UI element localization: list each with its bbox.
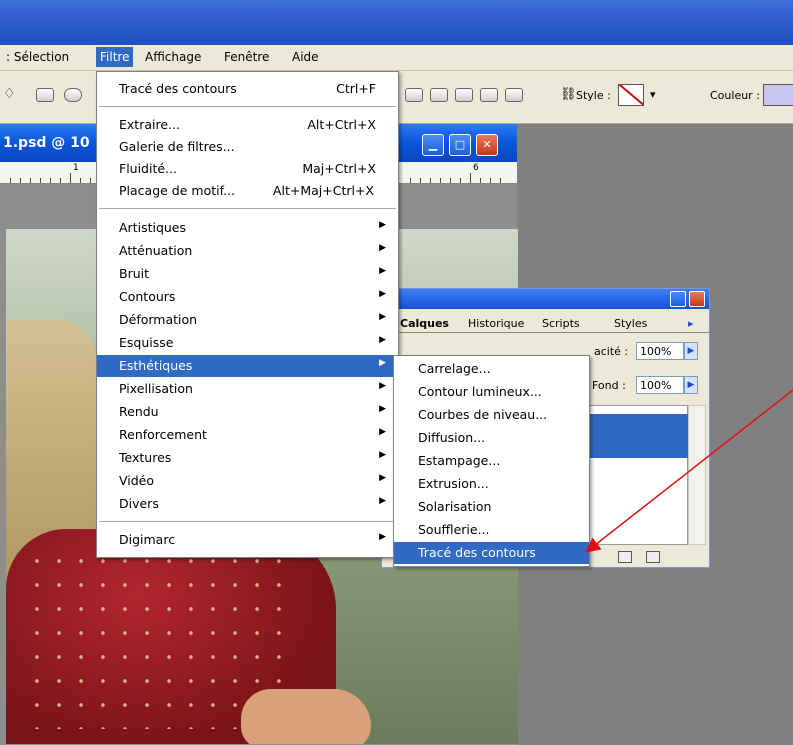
trash-icon[interactable]: [646, 551, 660, 563]
shape-intersect-icon[interactable]: [455, 88, 473, 102]
fill-label: Fond :: [592, 379, 626, 392]
opacity-field[interactable]: 100%: [636, 342, 684, 360]
menu-item-placage[interactable]: Placage de motif... Alt+Maj+Ctrl+X: [97, 180, 398, 202]
panel-menu-arrow-icon[interactable]: ▸: [688, 317, 694, 330]
submenu-arrow-icon: ▶: [379, 266, 386, 276]
panel-title-bar[interactable]: [382, 289, 709, 309]
submenu-item-extrusion[interactable]: Extrusion...: [394, 473, 589, 495]
menu-item-esquisse[interactable]: Esquisse ▶: [97, 332, 398, 354]
menu-selection: : Sélection: [6, 50, 70, 64]
color-swatch[interactable]: [763, 84, 793, 106]
opacity-label: acité :: [594, 345, 629, 358]
submenu-item-solarisation[interactable]: Solarisation: [394, 496, 589, 518]
menu-item-attenuation[interactable]: Atténuation ▶: [97, 240, 398, 262]
shape-combine-icon[interactable]: [505, 88, 523, 102]
maximize-button[interactable]: □: [449, 134, 471, 156]
close-button[interactable]: ✕: [476, 134, 498, 156]
submenu-arrow-icon: ▶: [379, 358, 386, 368]
submenu-item-carrelage[interactable]: Carrelage...: [394, 358, 589, 380]
menu-item-pixellisation[interactable]: Pixellisation ▶: [97, 378, 398, 400]
menu-item-textures[interactable]: Textures ▶: [97, 447, 398, 469]
submenu-item-diffusion[interactable]: Diffusion...: [394, 427, 589, 449]
tab-historique[interactable]: Historique: [468, 317, 524, 330]
menu-item-contours[interactable]: Contours ▶: [97, 286, 398, 308]
submenu-arrow-icon: ▶: [379, 381, 386, 391]
rounded-rectangle-shape-icon[interactable]: [64, 88, 82, 102]
menu-item-fluidite[interactable]: Fluidité... Maj+Ctrl+X: [97, 158, 398, 180]
fill-arrow-icon[interactable]: ▶: [684, 376, 698, 394]
submenu-arrow-icon: ▶: [379, 450, 386, 460]
ruler-number: 1: [73, 163, 79, 173]
color-label: Couleur :: [710, 89, 760, 102]
submenu-item-estampage[interactable]: Estampage...: [394, 450, 589, 472]
shape-exclude-icon[interactable]: [480, 88, 498, 102]
menu-aide[interactable]: Aide: [292, 50, 319, 64]
pen-tool-icon[interactable]: ♢: [3, 86, 16, 102]
ruler-number: 6: [473, 163, 479, 173]
menu-item-last-filter[interactable]: Tracé des contours Ctrl+F: [97, 78, 398, 100]
submenu-arrow-icon: ▶: [379, 220, 386, 230]
submenu-arrow-icon: ▶: [379, 335, 386, 345]
menu-item-galerie[interactable]: Galerie de filtres...: [97, 136, 398, 158]
submenu-arrow-icon: ▶: [379, 532, 386, 542]
new-layer-icon[interactable]: [618, 551, 632, 563]
tab-scripts[interactable]: Scripts: [542, 317, 580, 330]
style-swatch[interactable]: [618, 84, 644, 106]
submenu-arrow-icon: ▶: [379, 243, 386, 253]
submenu-arrow-icon: ▶: [379, 312, 386, 322]
document-title: 1.psd @ 10: [3, 135, 90, 151]
menu-item-esthetiques[interactable]: Esthétiques ▶: [97, 355, 398, 377]
link-icon[interactable]: ⛓: [560, 87, 577, 102]
submenu-arrow-icon: ▶: [379, 496, 386, 506]
menu-affichage[interactable]: Affichage: [145, 50, 201, 64]
style-dropdown-icon[interactable]: ▾: [650, 88, 656, 101]
menu-item-artistiques[interactable]: Artistiques ▶: [97, 217, 398, 239]
image-hand: [241, 689, 371, 744]
menu-fenetre[interactable]: Fenêtre: [224, 50, 269, 64]
submenu-arrow-icon: ▶: [379, 404, 386, 414]
fill-field[interactable]: 100%: [636, 376, 684, 394]
submenu-arrow-icon: ▶: [379, 289, 386, 299]
submenu-item-soufflerie[interactable]: Soufflerie...: [394, 519, 589, 541]
menu-item-bruit[interactable]: Bruit ▶: [97, 263, 398, 285]
rectangle-shape-icon[interactable]: [36, 88, 54, 102]
style-label: Style :: [576, 89, 611, 102]
menu-item-video[interactable]: Vidéo ▶: [97, 470, 398, 492]
submenu-arrow-icon: ▶: [379, 473, 386, 483]
shape-subtract-icon[interactable]: [430, 88, 448, 102]
tab-calques[interactable]: Calques: [400, 317, 449, 330]
submenu-item-contour-lumineux[interactable]: Contour lumineux...: [394, 381, 589, 403]
panel-minimize-button[interactable]: [670, 291, 686, 307]
opacity-arrow-icon[interactable]: ▶: [684, 342, 698, 360]
layers-scrollbar[interactable]: [688, 405, 706, 545]
menu-item-divers[interactable]: Divers ▶: [97, 493, 398, 515]
menu-item-rendu[interactable]: Rendu ▶: [97, 401, 398, 423]
submenu-arrow-icon: ▶: [379, 427, 386, 437]
menu-item-renforcement[interactable]: Renforcement ▶: [97, 424, 398, 446]
panel-close-button[interactable]: [689, 291, 705, 307]
shape-add-icon[interactable]: [405, 88, 423, 102]
filter-menu: Tracé des contours Ctrl+F Extraire... Al…: [96, 71, 399, 558]
panel-tabs: Calques Historique Scripts Styles ▸: [382, 311, 709, 333]
tab-styles[interactable]: Styles: [614, 317, 647, 330]
minimize-button[interactable]: ▁: [422, 134, 444, 156]
submenu-item-courbes-de-niveau[interactable]: Courbes de niveau...: [394, 404, 589, 426]
menu-item-digimarc[interactable]: Digimarc ▶: [97, 529, 398, 551]
menu-item-deformation[interactable]: Déformation ▶: [97, 309, 398, 331]
menu-filtre[interactable]: Filtre: [96, 47, 134, 67]
menu-bar: : Sélection Filtre Affichage Fenêtre Aid…: [0, 45, 793, 71]
esthetiques-submenu: Carrelage... Contour lumineux... Courbes…: [393, 355, 590, 567]
menu-item-extraire[interactable]: Extraire... Alt+Ctrl+X: [97, 114, 398, 136]
application-title-bar: [0, 0, 793, 45]
submenu-item-trace-des-contours[interactable]: Tracé des contours: [394, 542, 589, 564]
